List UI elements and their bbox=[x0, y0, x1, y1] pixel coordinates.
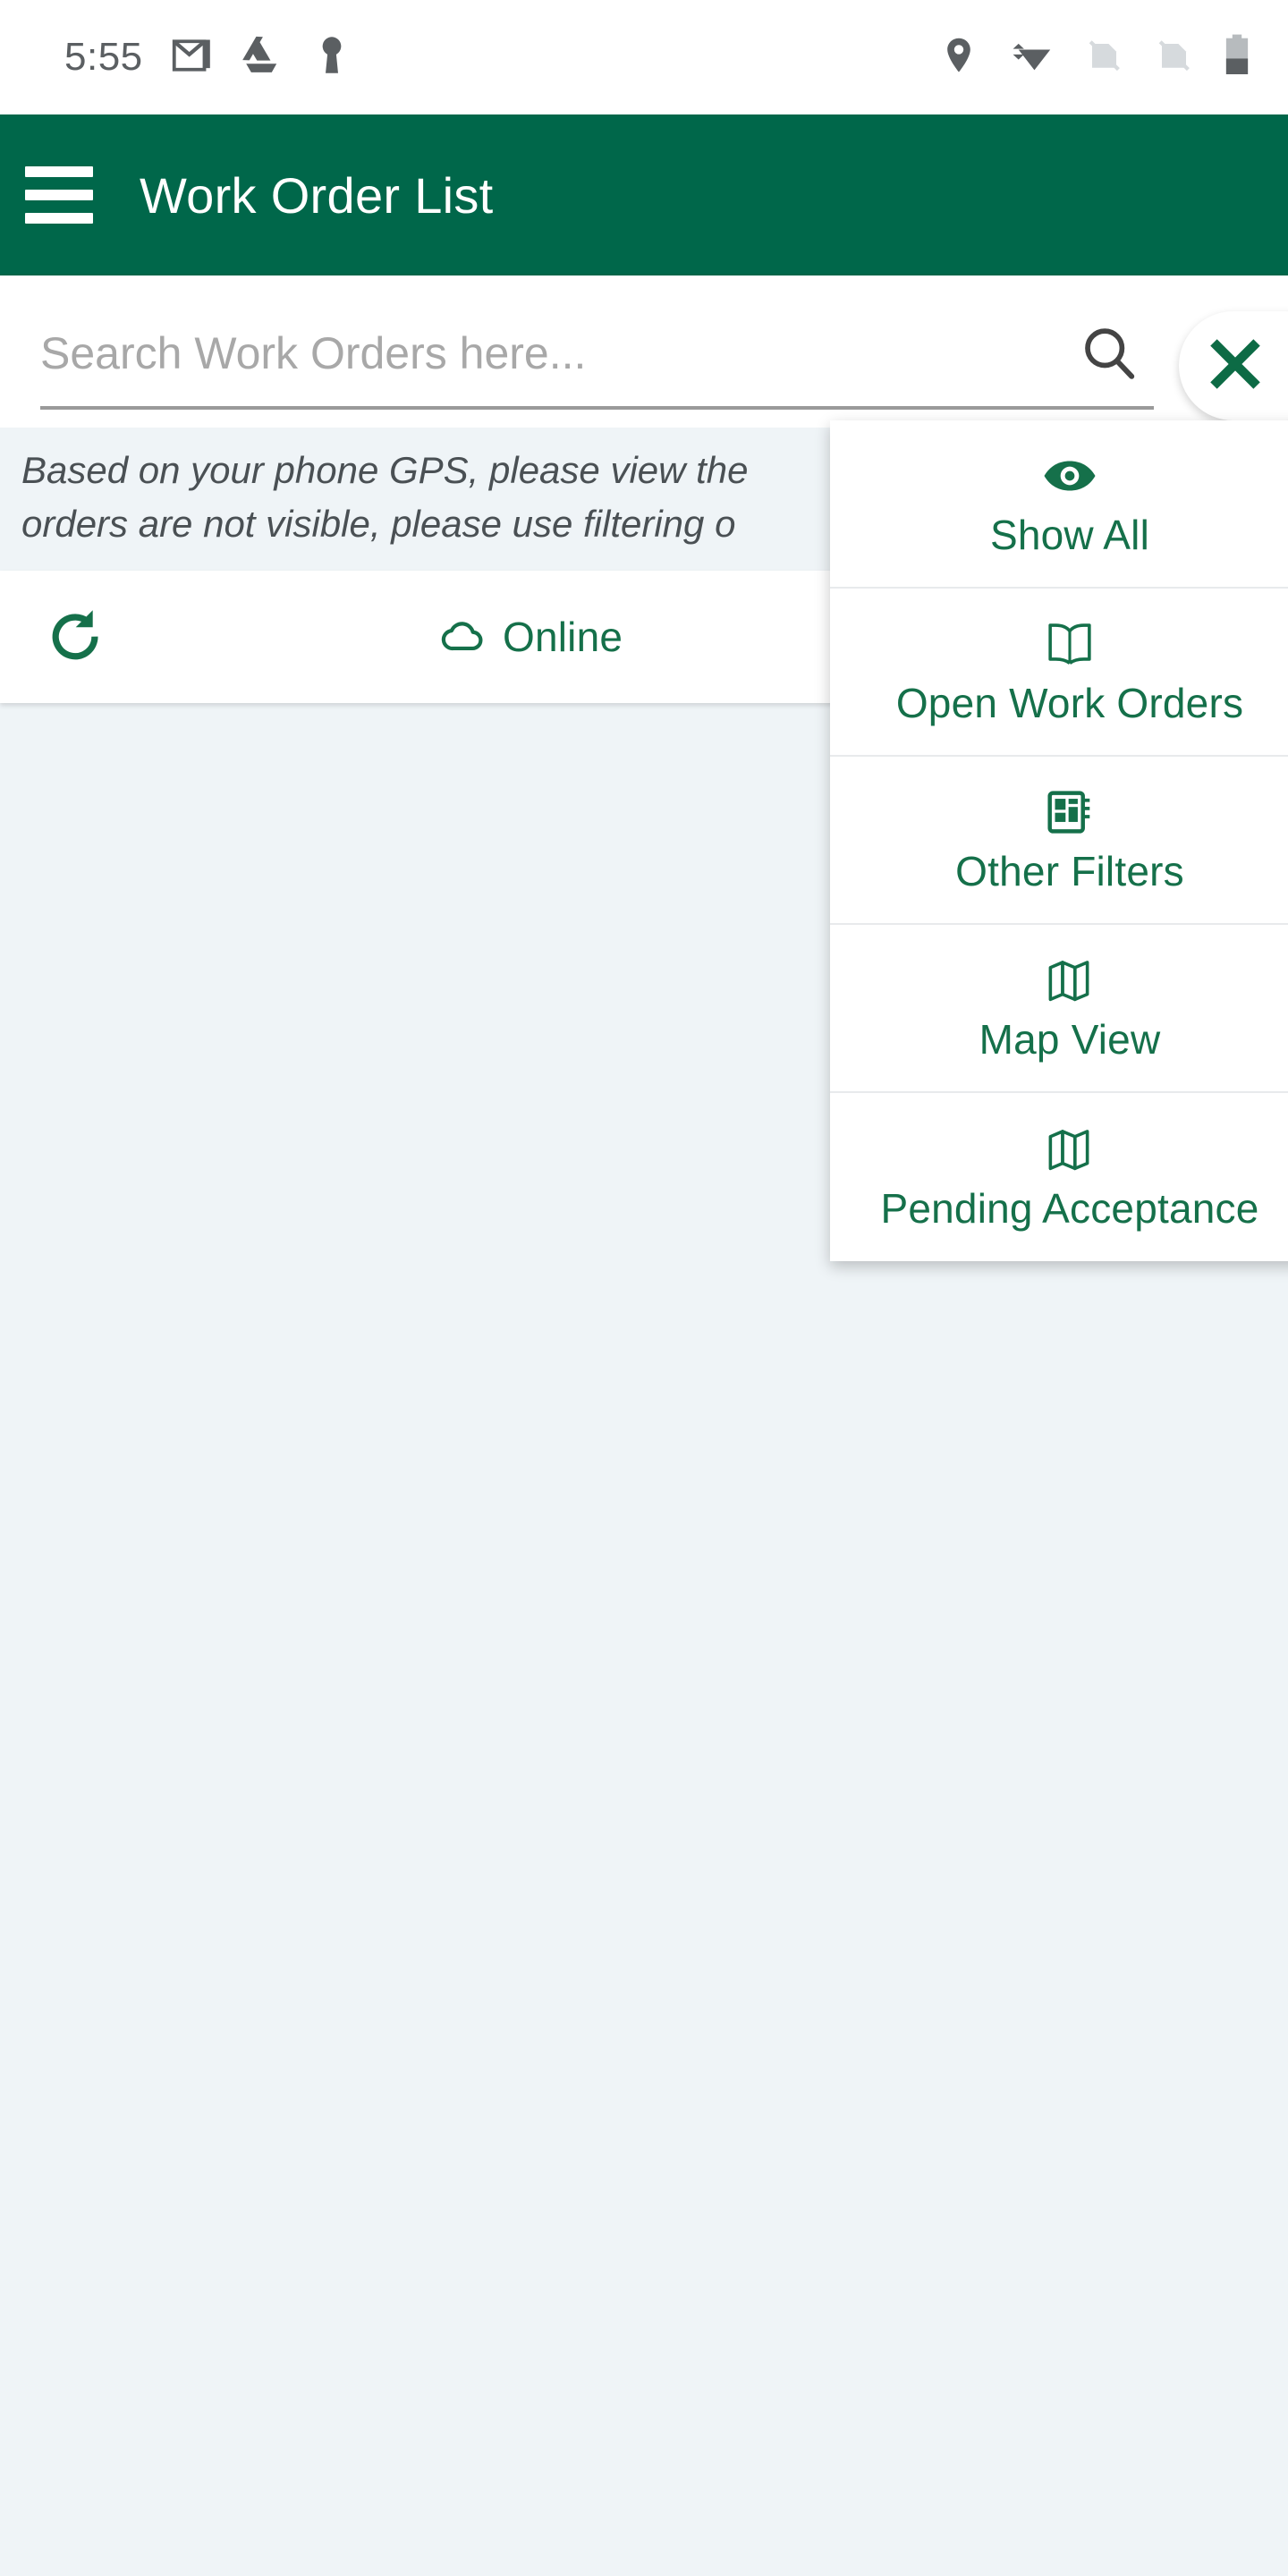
search-field-group bbox=[40, 301, 1154, 410]
hamburger-bar-2 bbox=[25, 190, 93, 200]
menu-item-label: Open Work Orders bbox=[895, 680, 1244, 726]
status-bar-clock: 5:55 bbox=[64, 35, 143, 79]
connection-status-group: Online bbox=[438, 610, 623, 665]
open-book-icon bbox=[1044, 616, 1096, 672]
keyhole-icon bbox=[308, 31, 356, 84]
page-title: Work Order List bbox=[140, 166, 494, 224]
folded-map-icon bbox=[1044, 953, 1096, 1008]
close-x-icon bbox=[1202, 331, 1268, 402]
connection-status-label: Online bbox=[503, 614, 623, 660]
menu-item-other-filters[interactable]: Other Filters bbox=[830, 757, 1288, 925]
google-drive-icon bbox=[238, 31, 286, 84]
notebook-filter-icon bbox=[1044, 784, 1096, 840]
menu-item-label: Pending Acceptance bbox=[880, 1185, 1259, 1232]
battery-icon bbox=[1222, 32, 1252, 83]
hamburger-menu-icon[interactable] bbox=[20, 163, 98, 227]
menu-item-show-all[interactable]: Show All bbox=[830, 420, 1288, 589]
no-sim-2-icon bbox=[1152, 34, 1195, 81]
menu-item-pending-acceptance[interactable]: Pending Acceptance bbox=[830, 1093, 1288, 1261]
menu-item-label: Show All bbox=[989, 512, 1150, 558]
app-bar: Work Order List bbox=[0, 114, 1288, 275]
menu-item-label: Map View bbox=[979, 1016, 1161, 1063]
filter-dropdown-menu: Show All Open Work Orders Other Filters … bbox=[830, 420, 1288, 1261]
menu-item-open-work-orders[interactable]: Open Work Orders bbox=[830, 589, 1288, 757]
status-bar-system-icons bbox=[937, 32, 1252, 83]
wifi-icon bbox=[1007, 34, 1055, 81]
status-bar: 5:55 bbox=[0, 0, 1288, 114]
gmail-icon bbox=[168, 31, 216, 84]
hamburger-bar-3 bbox=[25, 213, 93, 224]
search-bar-container bbox=[0, 275, 1288, 428]
folded-map-icon bbox=[1044, 1122, 1096, 1177]
magnifier-icon[interactable] bbox=[1064, 309, 1154, 398]
hamburger-bar-1 bbox=[25, 166, 93, 177]
menu-item-label: Other Filters bbox=[955, 848, 1184, 894]
eye-icon bbox=[1042, 448, 1097, 504]
location-pin-icon bbox=[937, 34, 980, 81]
cloud-icon bbox=[438, 610, 488, 665]
no-sim-1-icon bbox=[1082, 34, 1125, 81]
close-search-button[interactable] bbox=[1179, 311, 1288, 420]
search-input[interactable] bbox=[40, 313, 1064, 394]
refresh-icon[interactable] bbox=[0, 571, 152, 703]
status-bar-notification-icons bbox=[168, 31, 356, 84]
menu-item-map-view[interactable]: Map View bbox=[830, 925, 1288, 1093]
